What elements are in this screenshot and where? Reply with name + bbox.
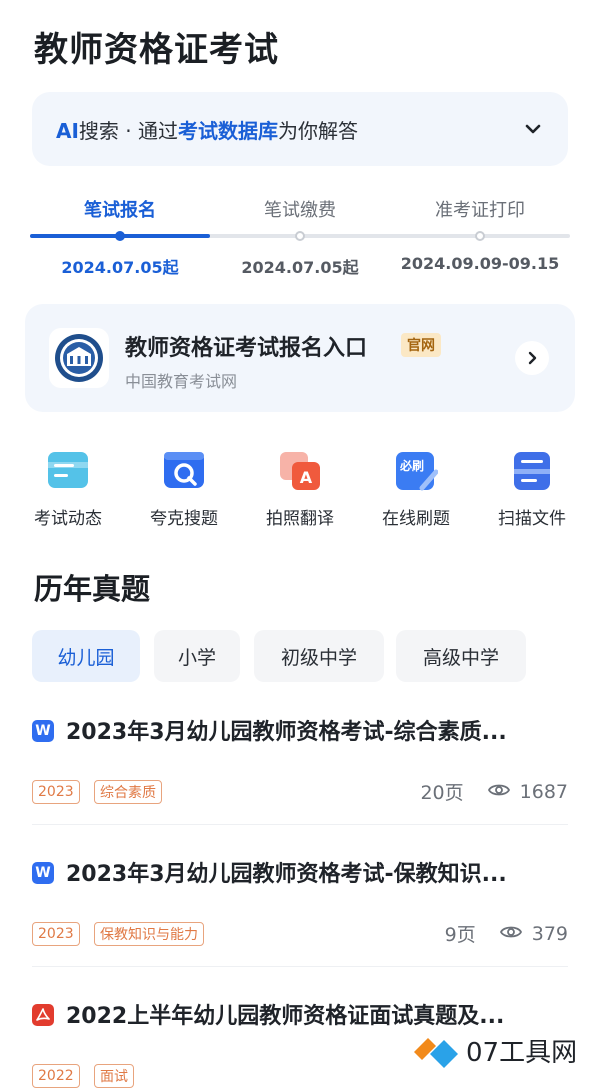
step-date: 2024.07.05起	[241, 258, 359, 277]
tool-photo-translate[interactable]: A 拍照翻译	[242, 444, 358, 529]
document-item[interactable]: W 2023年3月幼儿园教师资格考试-综合素质... 2023 综合素质 20页…	[32, 708, 568, 848]
view-count: 379	[531, 922, 568, 945]
document-item[interactable]: W 2023年3月幼儿园教师资格考试-保教知识... 2023 保教知识与能力 …	[32, 850, 568, 990]
tab-junior-high[interactable]: 初级中学	[254, 630, 384, 682]
tab-kindergarten[interactable]: 幼儿园	[32, 630, 140, 682]
pdf-file-icon	[32, 1004, 54, 1026]
search-question-icon	[162, 448, 206, 492]
document-title: 2022上半年幼儿园教师资格证面试真题及...	[66, 1004, 505, 1029]
watermark-logo-icon	[414, 1038, 458, 1068]
tab-senior-high[interactable]: 高级中学	[396, 630, 526, 682]
watermark-text: 07工具网	[466, 1037, 578, 1068]
section-title-text: 历年真题	[34, 572, 151, 606]
ai-label: AI	[56, 118, 79, 143]
section-title: 历年真题	[30, 566, 151, 608]
step-date: 2024.09.09-09.15	[400, 254, 560, 273]
ai-text-part1: 搜索 · 通过	[78, 118, 178, 143]
svg-text:A: A	[300, 468, 313, 487]
tool-exam-news[interactable]: 考试动态	[10, 444, 126, 529]
registration-entry-card[interactable]: 教师资格证考试报名入口 官网 中国教育考试网	[25, 304, 575, 412]
exam-center-logo	[49, 328, 109, 388]
word-file-icon: W	[32, 720, 54, 742]
step-payment[interactable]: 笔试缴费	[210, 196, 390, 222]
scan-document-icon	[510, 448, 554, 492]
word-file-icon: W	[32, 862, 54, 884]
tool-label: 拍照翻译	[266, 509, 334, 529]
view-count: 1687	[519, 780, 568, 803]
tool-grid: 考试动态 夸克搜题 A 拍照翻译 必刷 在线刷题 扫描文件	[0, 444, 600, 534]
timeline-dot	[475, 231, 485, 241]
tool-label: 扫描文件	[498, 509, 566, 529]
step-label: 笔试报名	[84, 200, 156, 221]
page-count: 20页	[420, 782, 464, 804]
official-badge: 官网	[401, 333, 441, 357]
ai-highlight: 考试数据库	[178, 118, 278, 143]
divider	[32, 966, 568, 967]
document-title: 2023年3月幼儿园教师资格考试-综合素质...	[66, 720, 507, 745]
timeline-dot	[295, 231, 305, 241]
step-date: 2024.07.05起	[61, 258, 179, 277]
document-meta: 9页 379	[445, 920, 568, 947]
entry-subtitle: 中国教育考试网	[125, 372, 238, 391]
entry-title: 教师资格证考试报名入口	[125, 336, 368, 361]
svg-text:必刷: 必刷	[399, 458, 424, 473]
tool-search-question[interactable]: 夸克搜题	[126, 444, 242, 529]
tool-label: 考试动态	[34, 509, 102, 529]
document-tag: 面试	[94, 1064, 134, 1088]
chevron-right-icon[interactable]	[515, 341, 549, 375]
tool-scan-document[interactable]: 扫描文件	[474, 444, 590, 529]
step-label: 准考证打印	[435, 200, 525, 221]
page-title: 教师资格证考试	[34, 30, 279, 70]
ai-text-part2: 为你解答	[278, 118, 358, 143]
document-title: 2023年3月幼儿园教师资格考试-保教知识...	[66, 862, 507, 887]
divider	[32, 824, 568, 825]
site-watermark: 07工具网	[410, 1028, 577, 1072]
tab-primary-school[interactable]: 小学	[154, 630, 240, 682]
step-admission-ticket[interactable]: 准考证打印	[390, 196, 570, 222]
document-meta: 20页 1687	[420, 778, 568, 805]
document-tag: 2023	[32, 780, 80, 804]
document-tag: 2022	[32, 1064, 80, 1088]
exam-timeline: 笔试报名 2024.07.05起 笔试缴费 2024.07.05起 准考证打印 …	[30, 196, 570, 280]
ai-search-text: AI搜索 · 通过考试数据库为你解答	[56, 115, 522, 144]
news-icon	[46, 448, 90, 492]
document-tag: 2023	[32, 922, 80, 946]
step-registration[interactable]: 笔试报名	[30, 196, 210, 222]
eye-icon	[487, 781, 510, 803]
page-count: 9页	[444, 924, 476, 946]
chevron-down-icon[interactable]	[522, 118, 544, 140]
photo-translate-icon: A	[278, 448, 322, 492]
eye-icon	[499, 923, 522, 945]
practice-icon: 必刷	[394, 448, 439, 492]
timeline-dot	[115, 231, 125, 241]
tool-label: 夸克搜题	[150, 509, 218, 529]
step-label: 笔试缴费	[264, 200, 336, 221]
ai-search-bar[interactable]: AI搜索 · 通过考试数据库为你解答	[32, 92, 568, 166]
document-tag: 综合素质	[94, 780, 162, 804]
tool-label: 在线刷题	[382, 509, 450, 529]
tool-online-practice[interactable]: 必刷 在线刷题	[358, 444, 474, 529]
document-tag: 保教知识与能力	[94, 922, 204, 946]
